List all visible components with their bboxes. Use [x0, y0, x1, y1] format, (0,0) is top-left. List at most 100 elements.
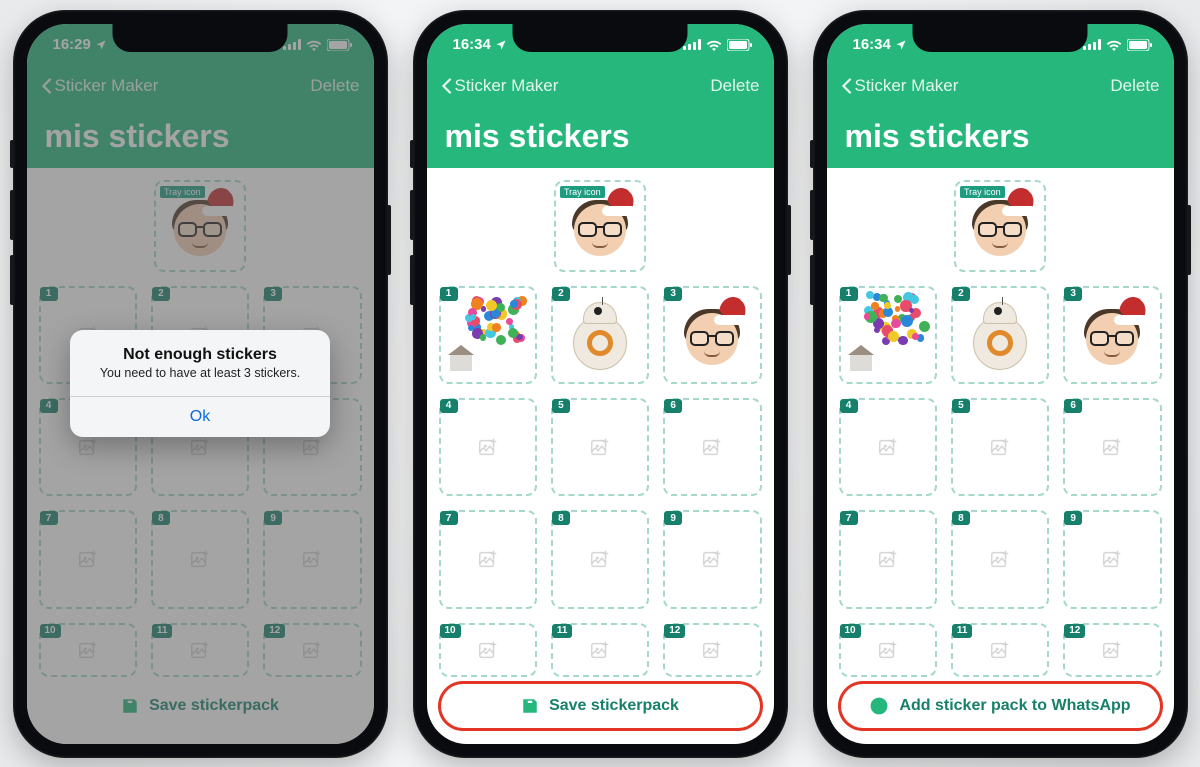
bottom-label: Add sticker pack to WhatsApp [899, 697, 1130, 715]
slot-number: 11 [952, 624, 973, 638]
save-stickerpack-button[interactable]: Save stickerpack [441, 684, 760, 728]
memoji-santa-sticker [676, 299, 748, 371]
notch [513, 24, 688, 52]
back-button[interactable]: Sticker Maker [841, 76, 959, 96]
content-area: Tray icon 1 2 3 4 5 [427, 168, 774, 686]
alert-title: Not enough stickers [70, 330, 330, 366]
sticker-slot[interactable]: 1 [439, 286, 537, 384]
screen: 16:34 Sticker Maker Delete mis stickers … [427, 24, 774, 744]
sticker-slot[interactable]: 7 [839, 510, 937, 608]
delete-button[interactable]: Delete [1110, 76, 1159, 96]
save-icon [521, 697, 539, 715]
up-balloons-sticker [846, 293, 930, 377]
alert-ok-button[interactable]: Ok [70, 396, 330, 437]
alert-message: You need to have at least 3 stickers. [70, 366, 330, 396]
slot-number: 12 [664, 624, 685, 638]
sticker-slot[interactable]: 11 [951, 623, 1049, 677]
up-balloons-sticker [446, 293, 530, 377]
add-image-icon [701, 548, 723, 570]
slot-number: 7 [840, 511, 858, 525]
sticker-slot[interactable]: 6 [663, 398, 761, 496]
memoji-santa-sticker [564, 190, 636, 262]
notch [913, 24, 1088, 52]
slot-number: 11 [552, 624, 573, 638]
sticker-grid: 1 2 3 4 5 6 7 8 9 10 [839, 286, 1162, 677]
add-image-icon [1101, 639, 1123, 661]
slot-number: 5 [952, 399, 970, 413]
phone-frame: 16:29 Sticker Maker Delete mis stickers … [13, 10, 388, 758]
add-image-icon [1101, 548, 1123, 570]
add-image-icon [877, 639, 899, 661]
sticker-slot[interactable]: 7 [439, 510, 537, 608]
sticker-slot[interactable]: 4 [439, 398, 537, 496]
back-button[interactable]: Sticker Maker [441, 76, 559, 96]
add-image-icon [589, 436, 611, 458]
add-image-icon [477, 436, 499, 458]
slot-number: 12 [1064, 624, 1085, 638]
tray-icon-slot[interactable]: Tray icon [954, 180, 1046, 272]
delete-button[interactable]: Delete [710, 76, 759, 96]
sticker-slot[interactable]: 9 [1063, 510, 1161, 608]
status-time: 16:34 [853, 36, 891, 53]
nav-bar: Sticker Maker Delete [827, 66, 1174, 106]
memoji-santa-sticker [1076, 299, 1148, 371]
slot-number: 6 [1064, 399, 1082, 413]
bottom-label: Save stickerpack [549, 697, 679, 715]
sticker-slot[interactable]: 8 [951, 510, 1049, 608]
chevron-left-icon [441, 77, 453, 95]
back-label: Sticker Maker [855, 76, 959, 96]
nav-bar: Sticker Maker Delete [427, 66, 774, 106]
notch [113, 24, 288, 52]
sticker-slot[interactable]: 5 [551, 398, 649, 496]
sticker-slot[interactable]: 1 [839, 286, 937, 384]
add-image-icon [701, 639, 723, 661]
slot-number: 4 [840, 399, 858, 413]
sticker-slot[interactable]: 10 [439, 623, 537, 677]
add-image-icon [477, 548, 499, 570]
phone-frame: 16:34 Sticker Maker Delete mis stickers … [813, 10, 1188, 758]
battery-icon [1127, 39, 1152, 51]
slot-number: 9 [664, 511, 682, 525]
add-image-icon [477, 639, 499, 661]
add-image-icon [989, 436, 1011, 458]
status-time: 16:34 [453, 36, 491, 53]
slot-number: 5 [552, 399, 570, 413]
back-label: Sticker Maker [455, 76, 559, 96]
add-image-icon [989, 639, 1011, 661]
add-image-icon [589, 548, 611, 570]
slot-number: 8 [952, 511, 970, 525]
sticker-slot[interactable]: 4 [839, 398, 937, 496]
sticker-slot[interactable]: 12 [1063, 623, 1161, 677]
sticker-slot[interactable]: 2 [951, 286, 1049, 384]
slot-number: 6 [664, 399, 682, 413]
slot-number: 8 [552, 511, 570, 525]
page-title: mis stickers [827, 106, 1174, 168]
slot-number: 9 [1064, 511, 1082, 525]
location-icon [895, 39, 907, 51]
tray-icon-slot[interactable]: Tray icon [554, 180, 646, 272]
add-image-icon [877, 548, 899, 570]
sticker-slot[interactable]: 8 [551, 510, 649, 608]
add-image-icon [701, 436, 723, 458]
sticker-slot[interactable]: 12 [663, 623, 761, 677]
wifi-icon [1106, 39, 1122, 51]
sticker-slot[interactable]: 11 [551, 623, 649, 677]
add-to-whatsapp-button[interactable]: Add sticker pack to WhatsApp [841, 684, 1160, 728]
sticker-slot[interactable]: 10 [839, 623, 937, 677]
sticker-slot[interactable]: 3 [663, 286, 761, 384]
screen: 16:29 Sticker Maker Delete mis stickers … [27, 24, 374, 744]
slot-number: 7 [440, 511, 458, 525]
sticker-grid: 1 2 3 4 5 6 7 8 9 10 [439, 286, 762, 677]
sticker-slot[interactable]: 6 [1063, 398, 1161, 496]
sticker-slot[interactable]: 2 [551, 286, 649, 384]
alert-dialog: Not enough stickers You need to have at … [70, 330, 330, 437]
chevron-left-icon [841, 77, 853, 95]
sticker-slot[interactable]: 3 [1063, 286, 1161, 384]
modal-backdrop: Not enough stickers You need to have at … [27, 24, 374, 744]
screen: 16:34 Sticker Maker Delete mis stickers … [827, 24, 1174, 744]
add-image-icon [877, 436, 899, 458]
sticker-slot[interactable]: 9 [663, 510, 761, 608]
sticker-slot[interactable]: 5 [951, 398, 1049, 496]
plus-circle-icon [869, 696, 889, 716]
memoji-santa-sticker [964, 190, 1036, 262]
